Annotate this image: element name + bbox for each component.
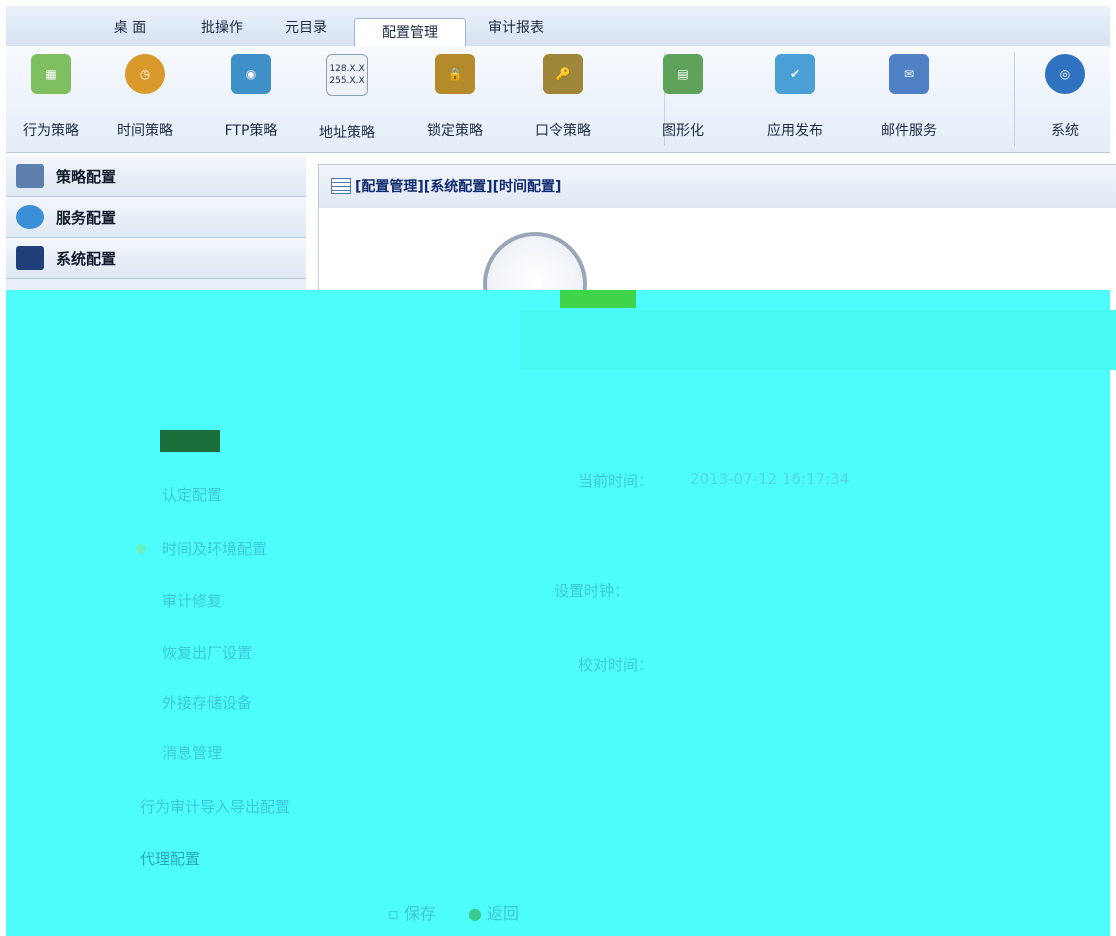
lock-policy-icon: 🔒 [435, 54, 475, 94]
tab-audit-report[interactable]: 审计报表 [476, 14, 556, 46]
service-config-icon [16, 205, 44, 229]
toolbar-label: 口令策略 [535, 123, 591, 139]
save-button-label: 保存 [403, 904, 436, 923]
toolbar-password-policy[interactable]: 🔑 口令策略 [518, 54, 608, 146]
graphic-icon: ▤ [663, 54, 703, 94]
toolbar: ▦ 行为策略 ◷ 时间策略 ◉ FTP策略 128.X.X 255.X.X 地址… [6, 46, 1110, 153]
system-icon: ◎ [1045, 54, 1085, 94]
toolbar-lock-policy[interactable]: 🔒 锁定策略 [410, 54, 500, 146]
toolbar-app-publish[interactable]: ✔ 应用发布 [750, 54, 840, 146]
menu-item-audit-repair[interactable]: 审计修复 [162, 590, 222, 611]
toolbar-label: 时间策略 [117, 123, 173, 139]
tab-catalog[interactable]: 元目录 [276, 14, 336, 46]
toolbar-mail-service[interactable]: ✉ 邮件服务 [864, 54, 954, 146]
sidebar-item-label: 策略配置 [56, 167, 117, 186]
toolbar-behavior-policy[interactable]: ▦ 行为策略 [6, 54, 96, 146]
glitch-green-strip [560, 290, 636, 308]
menu-item-audit-import-export[interactable]: 行为审计导入导出配置 [140, 796, 290, 817]
time-policy-icon: ◷ [125, 54, 165, 94]
sync-time-label: 校对时间： [578, 656, 654, 674]
sidebar-item-system-config[interactable]: 系统配置 [6, 238, 306, 279]
breadcrumb: [配置管理][系统配置][时间配置] [355, 179, 562, 195]
toolbar-address-policy[interactable]: 128.X.X 255.X.X 地址策略 [302, 54, 392, 146]
toolbar-divider [1014, 52, 1015, 146]
ip-text-mask: 255.X.X [329, 76, 365, 86]
current-time-value: 2013-07-12 16:17:34 [690, 470, 850, 488]
list-icon [331, 178, 351, 194]
policy-config-icon [16, 164, 44, 188]
toolbar-label: 行为策略 [23, 123, 79, 139]
back-button-label: 返回 [487, 904, 520, 923]
menu-item-time-env-config[interactable]: 时间及环境配置 [162, 538, 267, 559]
toolbar-label: 邮件服务 [881, 123, 937, 139]
address-policy-icon: 128.X.X 255.X.X [326, 54, 368, 96]
back-icon: ● [468, 904, 488, 923]
toolbar-time-policy[interactable]: ◷ 时间策略 [100, 54, 190, 146]
sidebar-item-label: 服务配置 [56, 208, 117, 227]
bullet-icon [136, 544, 146, 554]
content-header: [配置管理][系统配置][时间配置] [318, 164, 1116, 210]
save-icon: ▫ [388, 904, 404, 923]
menu-item-auth-config[interactable]: 认定配置 [162, 484, 222, 505]
back-button[interactable]: ● 返回 [468, 900, 519, 924]
sidebar-item-policy-config[interactable]: 策略配置 [6, 156, 306, 197]
toolbar-label: 应用发布 [767, 123, 823, 139]
tab-batch[interactable]: 批操作 [192, 14, 252, 46]
toolbar-graphic[interactable]: ▤ 图形化 [638, 54, 728, 146]
mail-service-icon: ✉ [889, 54, 929, 94]
toolbar-label: 系统 [1051, 123, 1079, 139]
current-time-label: 当前时间： [578, 472, 654, 490]
sidebar-item-label: 系统配置 [56, 249, 117, 268]
menu-item-external-storage[interactable]: 外接存储设备 [162, 692, 252, 713]
password-policy-icon: 🔑 [543, 54, 583, 94]
top-tab-bar: 桌 面 批操作 元目录 配置管理 审计报表 [6, 6, 1110, 49]
toolbar-label: FTP策略 [224, 123, 278, 139]
menu-item-factory-reset[interactable]: 恢复出厂设置 [162, 642, 252, 663]
menu-item-proxy-config[interactable]: 代理配置 [140, 848, 200, 869]
toolbar-label: 锁定策略 [427, 123, 483, 139]
behavior-policy-icon: ▦ [31, 54, 71, 94]
toolbar-label: 地址策略 [319, 125, 375, 141]
glitch-overlay [6, 290, 1110, 936]
sidebar: 策略配置 服务配置 系统配置 [6, 156, 306, 292]
app-publish-icon: ✔ [775, 54, 815, 94]
tab-desktop[interactable]: 桌 面 [100, 14, 160, 46]
system-config-icon [16, 246, 44, 270]
content-area [318, 208, 1116, 336]
ip-text: 128.X.X [329, 64, 365, 74]
ftp-policy-icon: ◉ [231, 54, 271, 94]
save-button[interactable]: ▫ 保存 [388, 900, 436, 924]
set-clock-label: 设置时钟： [554, 582, 630, 600]
menu-item-message-management[interactable]: 消息管理 [162, 742, 222, 763]
toolbar-system[interactable]: ◎ 系统 [1020, 54, 1110, 146]
glitch-dark-strip [160, 430, 220, 452]
toolbar-label: 图形化 [662, 123, 704, 139]
toolbar-ftp-policy[interactable]: ◉ FTP策略 [206, 54, 296, 146]
glitch-band [520, 310, 1116, 370]
sidebar-item-service-config[interactable]: 服务配置 [6, 197, 306, 238]
tab-config-management[interactable]: 配置管理 [354, 18, 466, 49]
